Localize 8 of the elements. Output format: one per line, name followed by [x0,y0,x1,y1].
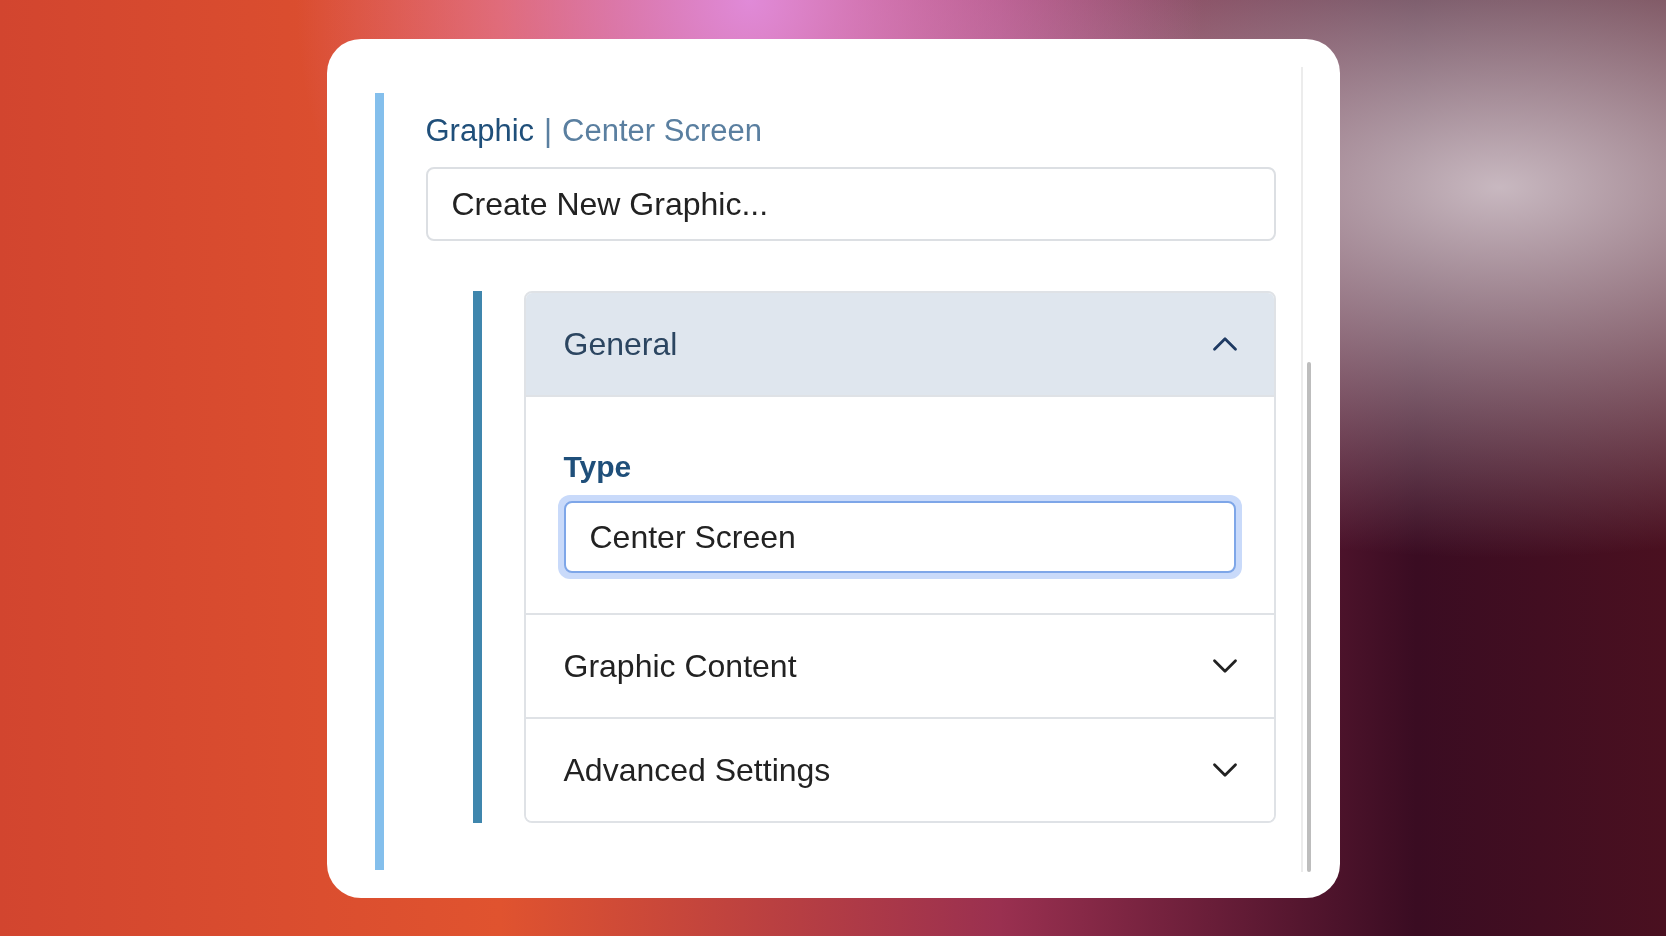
accordion-header[interactable]: General [525,292,1274,395]
create-graphic-select[interactable]: Create New Graphic... [425,166,1276,241]
scrollbar[interactable] [1300,66,1311,872]
graphic-title: Graphic [425,112,535,148]
title-separator: | [544,112,553,148]
field-label: Type [563,448,633,485]
type-field[interactable]: Center Screen [557,494,1242,579]
graphic-subtitle: Center Screen [562,112,762,148]
